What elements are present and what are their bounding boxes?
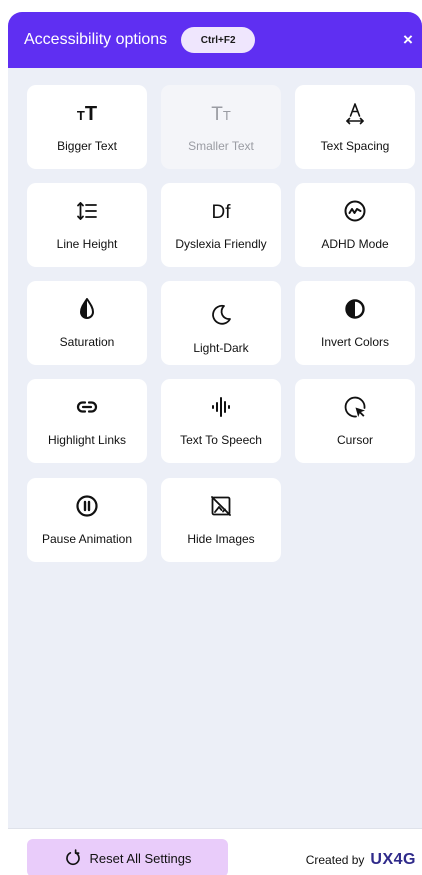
panel-header: Accessibility options Ctrl+F2 × [8,12,422,68]
created-by-text: Created by [305,853,365,867]
text-spacing-icon [295,101,415,125]
credit: Created by UX4G [306,851,416,869]
light-dark-label: Light-Dark [193,341,249,355]
dyslexia-friendly-icon: Df [161,199,281,223]
svg-text:Df: Df [212,202,232,223]
link-icon [27,395,147,419]
reset-all-button[interactable]: Reset All Settings [27,839,228,875]
cursor-icon [295,395,415,419]
panel-title: Accessibility options [24,31,168,48]
ux4g-logo[interactable]: UX4G [370,851,416,869]
saturation-label: Saturation [59,335,115,349]
reset-all-label: Reset All Settings [89,850,192,866]
hide-images-button[interactable]: Hide Images [161,478,281,562]
text-spacing-label: Text Spacing [320,139,390,153]
panel-footer: Reset All Settings Created by UX4G [8,828,422,875]
adhd-mode-label: ADHD Mode [321,237,389,251]
pause-animation-button[interactable]: Pause Animation [27,478,147,562]
line-height-icon [27,199,147,223]
hide-images-icon [161,494,281,518]
close-button[interactable]: × [398,29,418,51]
hide-images-label: Hide Images [187,532,255,546]
invert-colors-label: Invert Colors [320,335,390,349]
cursor-button[interactable]: Cursor [295,379,415,463]
dyslexia-friendly-button[interactable]: Df Dyslexia Friendly [161,183,281,267]
light-dark-button[interactable]: Light-Dark [161,281,281,365]
svg-text:TT: TT [211,104,231,125]
shortcut-badge: Ctrl+F2 [181,27,256,53]
svg-text:TT: TT [77,103,97,125]
saturation-button[interactable]: Saturation [27,281,147,365]
reset-icon [65,849,80,866]
smaller-text-button[interactable]: TT Smaller Text [161,85,281,169]
line-height-button[interactable]: Line Height [27,183,147,267]
sound-wave-icon [161,395,281,419]
saturation-icon [27,297,147,321]
invert-colors-icon [295,297,415,321]
pause-icon [27,494,147,518]
highlight-links-button[interactable]: Highlight Links [27,379,147,463]
dyslexia-friendly-label: Dyslexia Friendly [175,237,267,251]
smaller-text-icon: TT [161,101,281,125]
adhd-mode-icon [295,199,415,223]
text-to-speech-label: Text To Speech [180,433,262,447]
bigger-text-icon: TT [27,101,147,125]
accessibility-panel: Accessibility options Ctrl+F2 × TT Bigge… [8,12,422,875]
line-height-label: Line Height [56,237,118,251]
highlight-links-label: Highlight Links [47,433,127,447]
smaller-text-label: Smaller Text [188,139,254,153]
text-to-speech-button[interactable]: Text To Speech [161,379,281,463]
moon-icon [161,303,281,327]
text-spacing-button[interactable]: Text Spacing [295,85,415,169]
adhd-mode-button[interactable]: ADHD Mode [295,183,415,267]
bigger-text-label: Bigger Text [57,139,117,153]
invert-colors-button[interactable]: Invert Colors [295,281,415,365]
cursor-label: Cursor [336,433,373,447]
bigger-text-button[interactable]: TT Bigger Text [27,85,147,169]
pause-animation-label: Pause Animation [41,532,133,546]
